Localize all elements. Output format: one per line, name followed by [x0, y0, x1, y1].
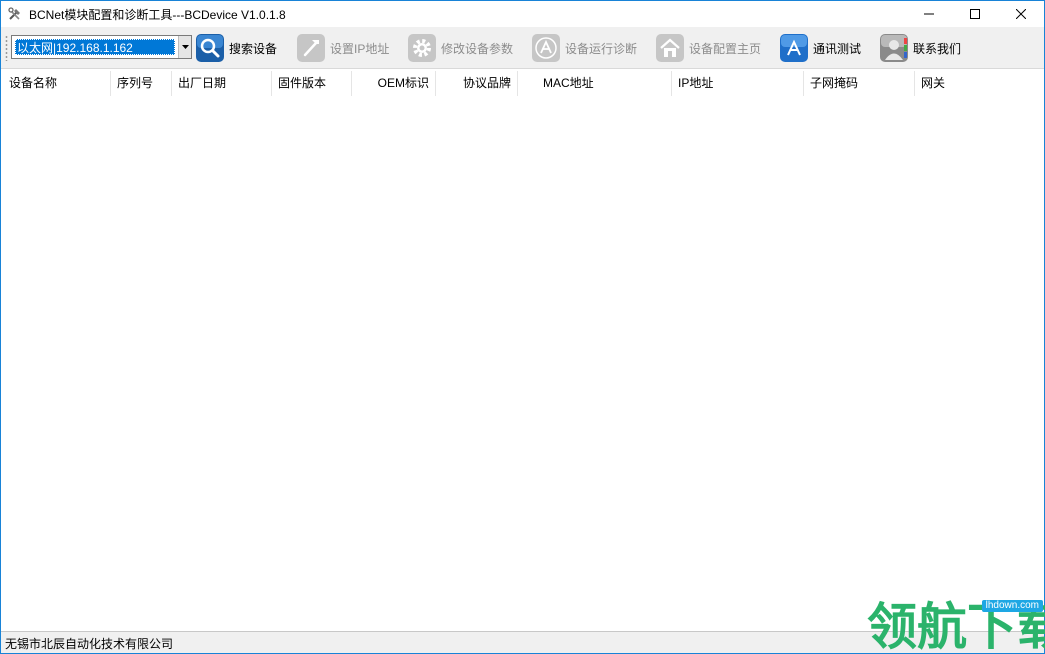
chevron-down-icon: [181, 45, 189, 49]
maximize-icon: [970, 9, 980, 19]
title-bar[interactable]: BCNet模块配置和诊断工具---BCDevice V1.0.1.8: [1, 1, 1044, 27]
toolbar: 以太网|192.168.1.162 搜索设备 设置IP地址 修改设备参数 设备运…: [1, 27, 1044, 69]
column-header-device-name[interactable]: 设备名称: [3, 71, 111, 96]
window-title: BCNet模块配置和诊断工具---BCDevice V1.0.1.8: [29, 7, 286, 22]
set-ip-button[interactable]: 设置IP地址: [297, 32, 389, 64]
column-header-firmware[interactable]: 固件版本: [272, 71, 352, 96]
close-button[interactable]: [998, 1, 1044, 27]
diagnostics-label: 设备运行诊断: [565, 41, 638, 56]
comm-test-label: 通讯测试: [813, 41, 862, 56]
window-controls: [906, 1, 1044, 27]
contact-us-button[interactable]: 联系我们: [880, 32, 961, 64]
diagnostics-button[interactable]: 设备运行诊断: [532, 32, 637, 64]
column-header-protocol[interactable]: 协议品牌: [436, 71, 518, 96]
modify-params-label: 修改设备参数: [441, 41, 514, 56]
config-homepage-button[interactable]: 设备配置主页: [656, 32, 761, 64]
column-header-ip[interactable]: IP地址: [672, 71, 804, 96]
list-header: 设备名称 序列号 出厂日期 固件版本 OEM标识 协议品牌 MAC地址 IP地址…: [3, 71, 1043, 96]
watermark: 领航下载 lhdown.com: [867, 597, 1045, 654]
modify-params-button[interactable]: 修改设备参数: [408, 32, 513, 64]
gear-icon: [408, 34, 436, 62]
search-icon: [196, 34, 224, 62]
column-header-serial[interactable]: 序列号: [111, 71, 172, 96]
company-name: 无锡市北辰自动化技术有限公司: [5, 637, 174, 651]
minimize-button[interactable]: [906, 1, 952, 27]
toolbar-grip[interactable]: [5, 35, 8, 61]
column-header-mac[interactable]: MAC地址: [518, 71, 672, 96]
appstore-icon: [532, 34, 560, 62]
contact-us-label: 联系我们: [913, 41, 962, 56]
contact-icon: [880, 34, 908, 62]
maximize-button[interactable]: [952, 1, 998, 27]
column-header-oem[interactable]: OEM标识: [352, 71, 436, 96]
watermark-url: lhdown.com: [981, 600, 1043, 612]
minimize-icon: [924, 13, 934, 15]
search-devices-label: 搜索设备: [229, 41, 278, 56]
set-ip-label: 设置IP地址: [330, 41, 390, 56]
tools-icon: [8, 7, 20, 20]
interface-select-value: 以太网|192.168.1.162: [15, 39, 175, 55]
config-homepage-label: 设备配置主页: [689, 41, 762, 56]
close-icon: [1016, 9, 1026, 19]
interface-select[interactable]: 以太网|192.168.1.162: [11, 35, 192, 59]
comm-test-button[interactable]: 通讯测试: [780, 32, 861, 64]
search-devices-button[interactable]: 搜索设备: [196, 32, 277, 64]
app-window: BCNet模块配置和诊断工具---BCDevice V1.0.1.8 以太网|1…: [0, 0, 1045, 654]
appstore-icon: [780, 34, 808, 62]
device-list[interactable]: 设备名称 序列号 出厂日期 固件版本 OEM标识 协议品牌 MAC地址 IP地址…: [3, 71, 1043, 630]
column-header-gateway[interactable]: 网关: [915, 71, 1043, 96]
column-header-date[interactable]: 出厂日期: [172, 71, 272, 96]
home-icon: [656, 34, 684, 62]
dropdown-button[interactable]: [178, 36, 191, 58]
column-header-subnet[interactable]: 子网掩码: [804, 71, 915, 96]
hammer-icon: [297, 34, 325, 62]
